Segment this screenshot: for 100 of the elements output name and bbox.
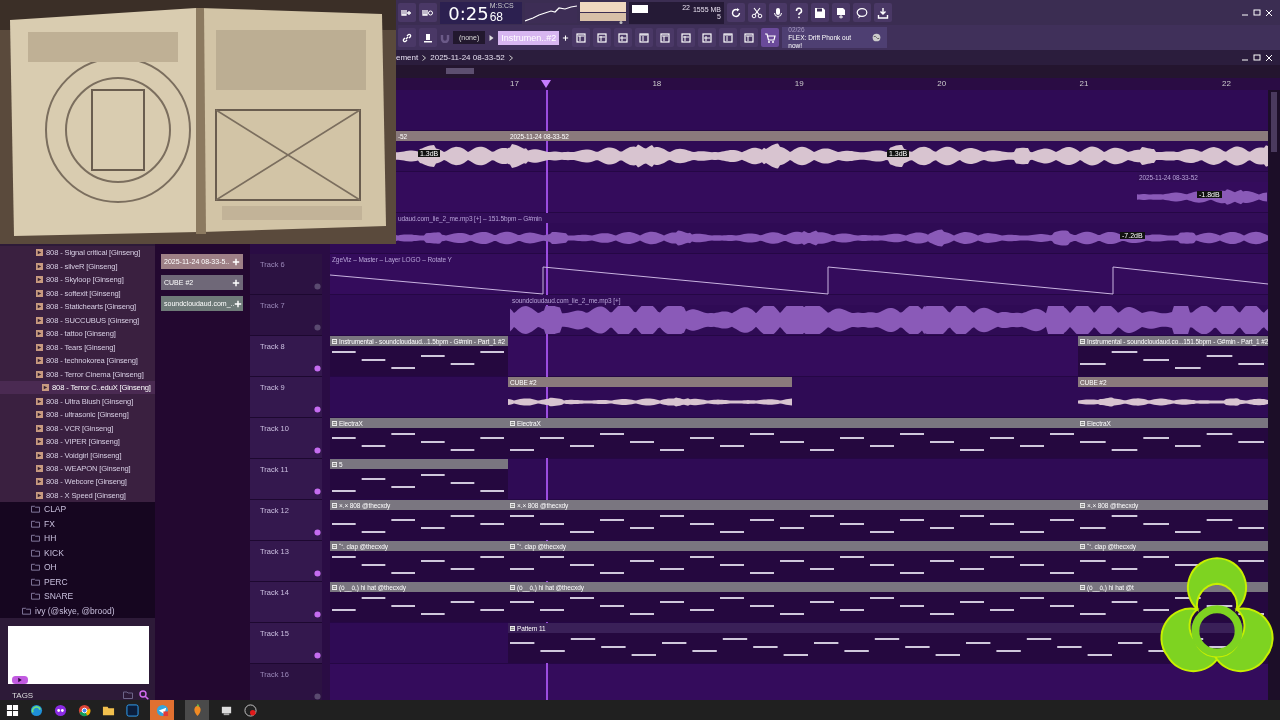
taskbar-app[interactable] (185, 700, 209, 720)
save-button[interactable] (811, 3, 829, 22)
track-button-icon[interactable] (314, 447, 321, 454)
save-as-icon (835, 6, 847, 19)
cpu-meter (632, 4, 648, 13)
time-value: 0:25 (448, 3, 489, 24)
sample-icon (36, 491, 43, 499)
help-icon (793, 6, 805, 19)
window-icon (617, 31, 630, 44)
toolbar-button[interactable] (419, 3, 437, 22)
clip-menu-icon (332, 584, 337, 590)
plus-icon (232, 278, 240, 287)
photo-editor-icon[interactable] (126, 703, 139, 717)
clip-menu-icon (1080, 543, 1085, 549)
window-button[interactable] (740, 28, 759, 47)
window-button[interactable] (593, 28, 612, 47)
folder-item[interactable]: CLAP (0, 502, 155, 517)
bar-number: 18 (652, 78, 662, 89)
plus-icon (232, 257, 240, 266)
clip-menu-icon (1080, 338, 1085, 344)
shop-button[interactable] (761, 28, 780, 47)
sample-icon (36, 357, 43, 365)
window-icon (722, 31, 735, 44)
scrollbar-thumb[interactable] (1271, 92, 1277, 152)
link-button[interactable] (398, 28, 416, 47)
folder-item[interactable]: HH (0, 531, 155, 546)
track-button-icon[interactable] (314, 488, 321, 495)
track-button-icon[interactable] (314, 611, 321, 618)
microphone-icon (772, 6, 784, 19)
breadcrumb-item[interactable]: ement (396, 53, 419, 62)
sample-icon (36, 411, 43, 419)
window-button[interactable] (677, 28, 696, 47)
window-icon (596, 31, 609, 44)
bar-number: 19 (794, 78, 804, 89)
sample-icon (36, 330, 43, 338)
track-button-icon[interactable] (314, 570, 321, 577)
bar-number: 17 (510, 78, 519, 89)
window-icon (659, 31, 672, 44)
save-as-button[interactable] (832, 3, 850, 22)
track-button-icon[interactable] (314, 652, 321, 659)
volume-meter (580, 1, 626, 24)
track-button-icon[interactable] (314, 693, 321, 700)
track-button-icon[interactable] (314, 324, 321, 331)
clip-menu-icon (332, 420, 337, 426)
taskbar-app[interactable] (150, 700, 174, 720)
toolbar-button[interactable] (769, 3, 787, 22)
clip-menu-icon (510, 502, 515, 508)
window-button[interactable] (698, 28, 717, 47)
oscilloscope-drawing (525, 2, 577, 23)
clip-menu-icon (1080, 420, 1085, 426)
toolbar-button[interactable] (398, 3, 416, 22)
start-icon[interactable] (6, 703, 19, 717)
window-icon (638, 31, 651, 44)
window-controls-icon[interactable] (1240, 7, 1274, 18)
window-button[interactable] (614, 28, 633, 47)
window-button[interactable] (572, 28, 591, 47)
clip-menu-icon (1080, 584, 1085, 590)
globe-icon (872, 33, 882, 42)
clip-menu-icon (332, 461, 337, 467)
sample-icon (36, 262, 43, 270)
toolbar-button[interactable] (419, 28, 437, 47)
chevron-icon (422, 54, 427, 61)
window-icon (575, 31, 588, 44)
window-controls-icon[interactable] (1240, 52, 1274, 63)
plus-icon[interactable] (562, 33, 570, 42)
clip-menu-icon (332, 502, 337, 508)
record-icon[interactable] (244, 703, 257, 717)
folder-item[interactable]: SNARE (0, 589, 155, 604)
scrollbar-thumb[interactable] (446, 68, 474, 74)
bar-number: 21 (1079, 78, 1089, 89)
clip-menu-icon (510, 420, 515, 426)
track-button-icon[interactable] (314, 406, 321, 413)
window-button[interactable] (635, 28, 654, 47)
breadcrumb-item[interactable]: 2025-11-24 08-33-52 (430, 53, 505, 62)
clip-menu-icon (510, 543, 515, 549)
track-button-icon[interactable] (314, 529, 321, 536)
help-button[interactable] (790, 3, 808, 22)
search-icon[interactable] (139, 690, 149, 700)
playhead-marker[interactable] (541, 80, 551, 88)
toolbar-button[interactable] (748, 3, 766, 22)
chevron-icon (508, 54, 513, 61)
sample-icon (36, 397, 43, 405)
sample-icon (36, 289, 43, 297)
toolbar-button[interactable] (727, 3, 745, 22)
window-button[interactable] (656, 28, 675, 47)
window-button[interactable] (719, 28, 738, 47)
track-button-icon[interactable] (314, 365, 321, 372)
sample-icon (36, 276, 43, 284)
chat-button[interactable] (853, 3, 871, 22)
sample-icon (36, 424, 43, 432)
download-button[interactable] (874, 3, 892, 22)
sample-icon (36, 451, 43, 459)
play-icon[interactable] (12, 676, 28, 684)
folder-item[interactable]: OH (0, 560, 155, 575)
chrome-icon[interactable] (78, 703, 91, 717)
link-icon (401, 31, 413, 44)
track-button-icon[interactable] (314, 283, 321, 290)
app-icon[interactable] (54, 703, 67, 717)
browser-icon[interactable] (30, 703, 43, 717)
caret-icon[interactable] (488, 33, 496, 42)
